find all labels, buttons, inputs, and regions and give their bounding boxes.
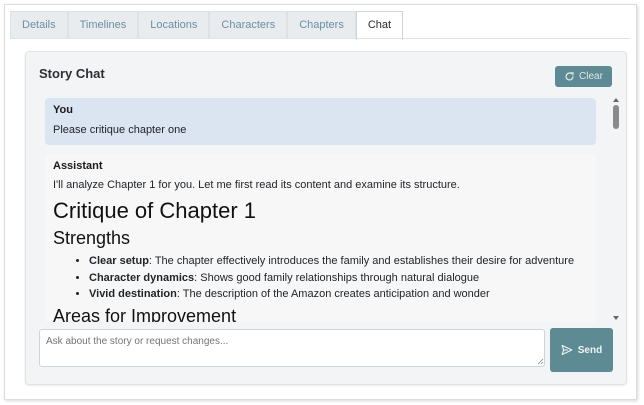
user-message: You Please critique chapter one: [45, 98, 596, 145]
scroll-thumb[interactable]: [613, 105, 619, 129]
list-item: Vivid destination: The description of th…: [89, 286, 588, 303]
scroll-down-arrow-icon[interactable]: [613, 316, 619, 320]
tab-divider: [10, 38, 630, 39]
tab-chat[interactable]: Chat: [355, 11, 404, 40]
point-detail: : The chapter effectively introduces the…: [148, 255, 575, 267]
scroll-up-arrow-icon[interactable]: [613, 98, 619, 102]
refresh-icon: [565, 72, 574, 81]
resize-grip-icon[interactable]: [537, 358, 544, 365]
send-icon: [561, 344, 573, 356]
clear-button[interactable]: Clear: [555, 66, 612, 87]
point-term: Character dynamics: [89, 271, 195, 284]
message-role: You: [53, 104, 73, 116]
clear-button-label: Clear: [579, 71, 603, 82]
message-text: I'll analyze Chapter 1 for you. Let me f…: [53, 179, 460, 191]
point-detail: : Shows good family relationships throug…: [194, 271, 480, 284]
assistant-message: Assistant I'll analyze Chapter 1 for you…: [45, 154, 596, 322]
app-window: Details Timelines Locations Characters C…: [4, 4, 637, 400]
tab-bar: Details Timelines Locations Characters C…: [10, 11, 404, 40]
strengths-list: Clear setup: The chapter effectively int…: [89, 253, 588, 303]
message-scrollbar[interactable]: [612, 98, 620, 320]
list-item: Character dynamics: Shows good family re…: [89, 270, 588, 287]
tab-chapters[interactable]: Chapters: [287, 11, 356, 38]
message-subheading: Areas for Improvement: [53, 305, 237, 323]
message-role: Assistant: [53, 160, 103, 172]
send-button[interactable]: Send: [550, 328, 613, 372]
chat-input[interactable]: [39, 329, 545, 367]
point-detail: : The description of the Amazon creates …: [176, 288, 490, 300]
message-list[interactable]: You Please critique chapter one Assistan…: [41, 94, 615, 322]
list-item: Clear setup: The chapter effectively int…: [89, 253, 588, 270]
message-text: Please critique chapter one: [53, 124, 187, 136]
card-title: Story Chat: [39, 66, 105, 81]
tab-locations[interactable]: Locations: [138, 11, 210, 38]
send-button-label: Send: [577, 344, 603, 356]
message-subheading: Strengths: [53, 228, 131, 248]
point-term: Clear setup: [89, 255, 149, 267]
tab-characters[interactable]: Characters: [209, 11, 288, 38]
point-term: Vivid destination: [89, 288, 177, 300]
story-chat-card: Story Chat Clear You Please critique cha…: [25, 51, 627, 385]
tab-details[interactable]: Details: [10, 11, 68, 38]
tab-timelines[interactable]: Timelines: [67, 11, 139, 38]
message-heading: Critique of Chapter 1: [53, 198, 256, 223]
